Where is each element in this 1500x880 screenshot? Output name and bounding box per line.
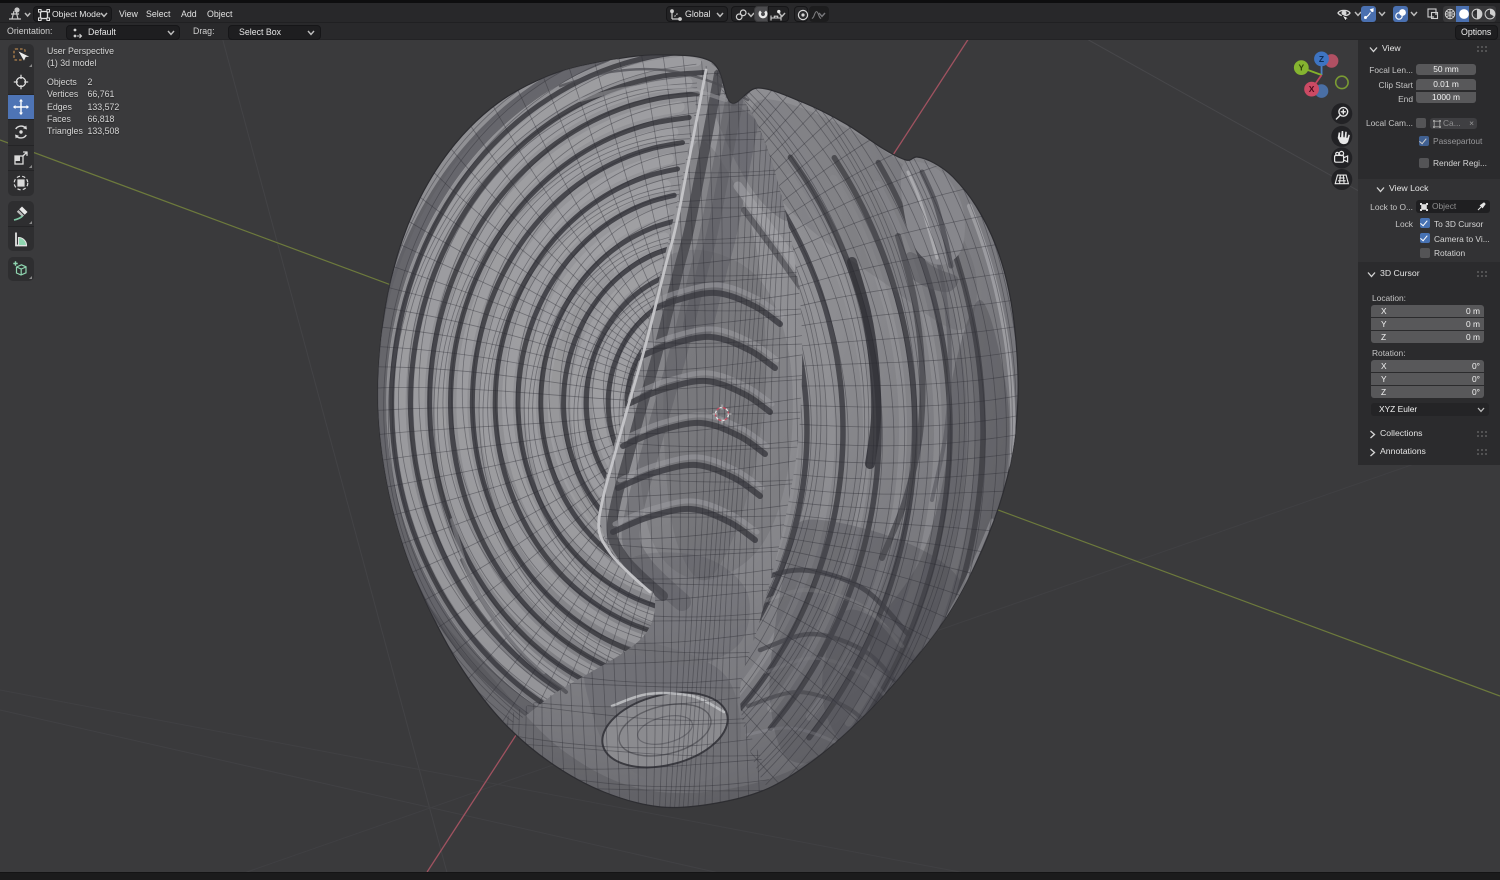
- svg-text:Z: Z: [1319, 54, 1324, 64]
- svg-text:Y: Y: [1298, 63, 1304, 73]
- svg-text:X: X: [1309, 84, 1315, 94]
